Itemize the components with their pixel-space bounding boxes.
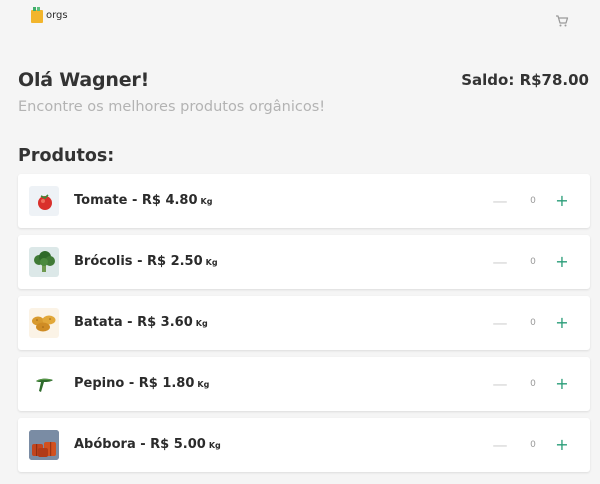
product-card-abobora: Abóbora - R$ 5.00 Kg — 0 + — [18, 418, 590, 472]
decrease-button[interactable]: — — [492, 191, 508, 211]
app-page: orgs Olá Wagner! Saldo: R$78.00 Encontre… — [0, 0, 600, 484]
logo-text: orgs — [46, 9, 68, 21]
quantity-value: 0 — [530, 318, 536, 328]
product-label: Pepino - R$ 1.80 — [74, 376, 195, 391]
pumpkin-icon — [29, 430, 59, 460]
products-title: Produtos: — [18, 146, 115, 166]
logo-bag-icon — [30, 7, 44, 24]
product-name: Abóbora - R$ 5.00 Kg — [74, 437, 221, 452]
greeting-subtitle: Encontre os melhores produtos orgânicos! — [18, 99, 326, 115]
quantity-value: 0 — [530, 440, 536, 450]
quantity-value: 0 — [530, 257, 536, 267]
increase-button[interactable]: + — [554, 191, 570, 211]
product-name: Tomate - R$ 4.80 Kg — [74, 193, 212, 208]
cucumber-icon — [29, 369, 59, 399]
decrease-button[interactable]: — — [492, 435, 508, 455]
increase-button[interactable]: + — [554, 374, 570, 394]
balance-label: Saldo: R$78.00 — [461, 71, 589, 89]
cart-icon[interactable] — [555, 14, 569, 28]
product-unit: Kg — [200, 197, 213, 206]
decrease-button[interactable]: — — [492, 374, 508, 394]
increase-button[interactable]: + — [554, 252, 570, 272]
product-label: Abóbora - R$ 5.00 — [74, 437, 206, 452]
decrease-button[interactable]: — — [492, 252, 508, 272]
product-name: Batata - R$ 3.60 Kg — [74, 315, 208, 330]
product-unit: Kg — [208, 441, 221, 450]
quantity-value: 0 — [530, 196, 536, 206]
product-label: Batata - R$ 3.60 — [74, 315, 193, 330]
product-card-pepino: Pepino - R$ 1.80 Kg — 0 + — [18, 357, 590, 411]
broccoli-icon — [29, 247, 59, 277]
product-list: Tomate - R$ 4.80 Kg — 0 + Brócolis - R$ 2… — [18, 174, 590, 479]
product-card-tomate: Tomate - R$ 4.80 Kg — 0 + — [18, 174, 590, 228]
quantity-value: 0 — [530, 379, 536, 389]
increase-button[interactable]: + — [554, 435, 570, 455]
product-unit: Kg — [205, 258, 218, 267]
product-name: Pepino - R$ 1.80 Kg — [74, 376, 209, 391]
product-card-brocolis: Brócolis - R$ 2.50 Kg — 0 + — [18, 235, 590, 289]
top-bar: orgs — [0, 0, 600, 40]
greeting-title: Olá Wagner! — [18, 69, 150, 91]
potato-icon — [29, 308, 59, 338]
tomato-icon — [29, 186, 59, 216]
product-card-batata: Batata - R$ 3.60 Kg — 0 + — [18, 296, 590, 350]
product-label: Tomate - R$ 4.80 — [74, 193, 198, 208]
logo: orgs — [30, 7, 68, 24]
increase-button[interactable]: + — [554, 313, 570, 333]
product-name: Brócolis - R$ 2.50 Kg — [74, 254, 218, 269]
product-label: Brócolis - R$ 2.50 — [74, 254, 203, 269]
product-unit: Kg — [195, 319, 208, 328]
decrease-button[interactable]: — — [492, 313, 508, 333]
product-unit: Kg — [197, 380, 210, 389]
